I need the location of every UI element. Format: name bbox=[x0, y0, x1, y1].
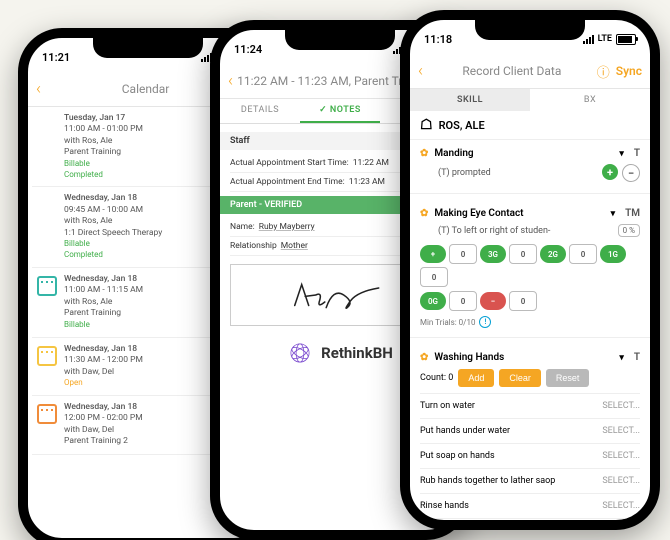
client-row[interactable]: ☖ ROS, ALE bbox=[410, 111, 650, 140]
lte-label: LTE bbox=[598, 34, 612, 44]
trial-grade-button[interactable]: 2G bbox=[540, 245, 566, 263]
trial-count[interactable]: 0 bbox=[449, 244, 477, 264]
plus-button[interactable]: + bbox=[420, 245, 446, 263]
calendar-icon bbox=[36, 274, 58, 331]
count-row: Count: 0 Add Clear Reset bbox=[420, 363, 640, 393]
task-row[interactable]: Put hands under water SELECT... bbox=[420, 418, 640, 443]
status-right: LTE bbox=[583, 34, 636, 45]
task-select[interactable]: SELECT... bbox=[602, 526, 640, 530]
tabs: SKILL BX bbox=[410, 89, 650, 111]
task-label: Rub hands together to lather saop bbox=[420, 476, 555, 486]
check-icon bbox=[36, 113, 58, 180]
tab-bx[interactable]: BX bbox=[530, 89, 650, 111]
task-row[interactable]: Turn off waterSELECT... bbox=[420, 518, 640, 530]
calendar-text: Wednesday, Jan 1812:00 PM - 02:00 PMwith… bbox=[64, 402, 226, 448]
tab-skill[interactable]: SKILL bbox=[410, 89, 530, 111]
status-time: 11:21 bbox=[42, 51, 70, 64]
task-row[interactable]: Rub hands together to lather saop SELECT.… bbox=[420, 468, 640, 493]
notch bbox=[475, 20, 585, 40]
task-row[interactable]: Turn on water SELECT... bbox=[420, 393, 640, 418]
signal-icon bbox=[583, 35, 594, 44]
trial-count[interactable]: 0 bbox=[420, 267, 448, 287]
gear-icon[interactable]: ✿ bbox=[420, 208, 428, 219]
nav-bar: ‹ Record Client Data ⓘ Sync bbox=[410, 54, 650, 89]
status-time: 11:18 bbox=[424, 33, 452, 46]
task-row[interactable]: Rinse hands SELECT... bbox=[420, 493, 640, 518]
task-label: Rinse hands bbox=[420, 501, 469, 511]
target-prompted: (T) prompted + − bbox=[420, 159, 640, 187]
calendar-text: Wednesday, Jan 1809:45 AM - 10:00 AMwith… bbox=[64, 193, 226, 260]
client-name: ROS, ALE bbox=[439, 119, 485, 132]
back-button[interactable]: ‹ bbox=[36, 79, 45, 99]
back-button[interactable]: ‹ bbox=[418, 61, 427, 81]
task-label: Put hands under water bbox=[420, 426, 510, 436]
task-list: Turn on waterSELECT...Put hands under wa… bbox=[420, 393, 640, 530]
trial-count[interactable]: 0 bbox=[509, 291, 537, 311]
task-label: Turn on water bbox=[420, 401, 475, 411]
status-time: 11:24 bbox=[234, 43, 262, 56]
tab-notes[interactable]: ✓ NOTES bbox=[300, 99, 380, 123]
page-title: Record Client Data bbox=[427, 64, 597, 78]
program-eye-contact[interactable]: ✿ Making Eye Contact ▾ TM bbox=[420, 200, 640, 219]
calendar-text: Wednesday, Jan 1811:30 AM - 12:00 PMwith… bbox=[64, 344, 226, 389]
calendar-text: Tuesday, Jan 1711:00 AM - 01:00 PMwith R… bbox=[64, 113, 226, 180]
task-select[interactable]: SELECT... bbox=[602, 476, 640, 486]
phone-record-data: 11:18 LTE ‹ Record Client Data ⓘ Sync SK… bbox=[400, 10, 660, 530]
trial-count[interactable]: 0 bbox=[509, 244, 537, 264]
trial-count[interactable]: 0 bbox=[569, 244, 597, 264]
info-icon[interactable]: ! bbox=[479, 316, 491, 328]
notch bbox=[93, 38, 203, 58]
task-label: Put soap on hands bbox=[420, 451, 495, 461]
target-left-right: (T) To left or right of studen- 0 % bbox=[420, 219, 640, 242]
program-manding[interactable]: ✿ Manding ▾ T bbox=[420, 140, 640, 159]
notch bbox=[285, 30, 395, 50]
program-washing-hands[interactable]: ✿ Washing Hands ▾ T bbox=[420, 344, 640, 363]
caret-down-icon: ▾ bbox=[619, 149, 624, 159]
task-select[interactable]: SELECT... bbox=[602, 401, 640, 411]
gear-icon[interactable]: ✿ bbox=[420, 148, 428, 159]
brand-name: RethinkBH bbox=[321, 344, 393, 362]
brand-logo-icon bbox=[287, 340, 313, 366]
trial-buttons-row2: 0G0−0 bbox=[420, 289, 640, 313]
task-select[interactable]: SELECT... bbox=[602, 426, 640, 436]
min-trials: Min Trials: 0/10 ! bbox=[420, 313, 640, 331]
battery-icon bbox=[616, 34, 636, 45]
check-icon bbox=[36, 193, 58, 260]
trial-grade-button[interactable]: 3G bbox=[480, 245, 506, 263]
minus-button[interactable]: − bbox=[622, 164, 640, 182]
gear-icon[interactable]: ✿ bbox=[420, 352, 428, 363]
trial-grade-button[interactable]: 1G bbox=[600, 245, 626, 263]
calendar-icon bbox=[36, 402, 58, 448]
person-icon: ☖ bbox=[420, 117, 433, 133]
back-button[interactable]: ‹ bbox=[228, 71, 237, 91]
caret-down-icon: ▾ bbox=[611, 209, 616, 219]
programs: ✿ Manding ▾ T (T) prompted + − ✿ Making … bbox=[410, 140, 650, 530]
reset-button[interactable]: Reset bbox=[546, 369, 590, 387]
task-row[interactable]: Put soap on hands SELECT... bbox=[420, 443, 640, 468]
sync-button[interactable]: Sync bbox=[616, 64, 642, 78]
calendar-icon bbox=[36, 344, 58, 389]
task-select[interactable]: SELECT... bbox=[602, 501, 640, 511]
tab-details[interactable]: DETAILS bbox=[220, 99, 300, 123]
count-label: Count: 0 bbox=[420, 373, 453, 383]
trial-buttons: +03G02G01G0 bbox=[420, 242, 640, 289]
minus-button[interactable]: − bbox=[480, 292, 506, 310]
plus-button[interactable]: + bbox=[602, 164, 618, 180]
trial-count[interactable]: 0 bbox=[449, 291, 477, 311]
trial-grade-button[interactable]: 0G bbox=[420, 292, 446, 310]
info-icon[interactable]: ⓘ bbox=[597, 62, 610, 81]
add-button[interactable]: Add bbox=[458, 369, 494, 387]
clear-button[interactable]: Clear bbox=[499, 369, 541, 387]
task-select[interactable]: SELECT... bbox=[602, 451, 640, 461]
calendar-text: Wednesday, Jan 1811:00 AM - 11:15 AMwith… bbox=[64, 274, 226, 331]
caret-down-icon: ▾ bbox=[619, 353, 624, 363]
